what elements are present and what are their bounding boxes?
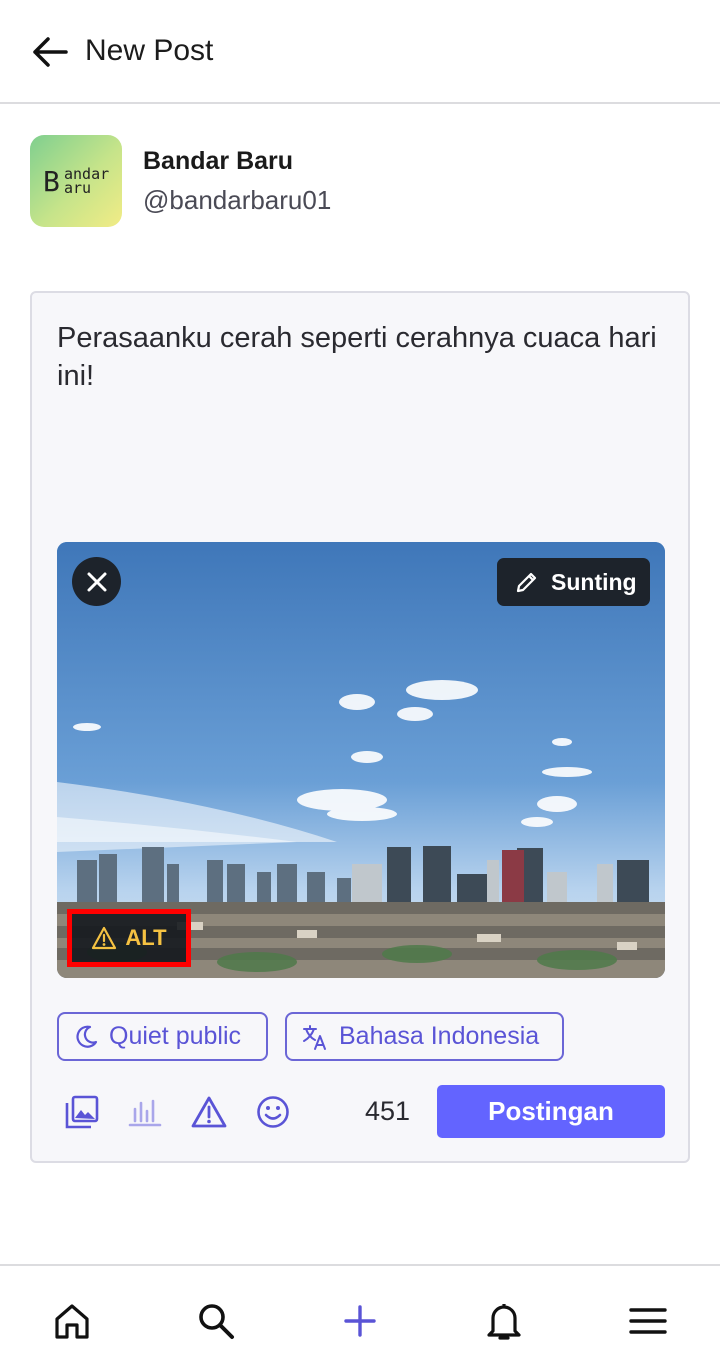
edit-label: Sunting [551, 568, 637, 595]
publish-button[interactable]: Postingan [437, 1085, 665, 1138]
content-warning-icon [191, 1096, 227, 1128]
nav-search[interactable] [194, 1299, 238, 1343]
compose-icon [344, 1305, 376, 1337]
alt-text-highlight: ALT [67, 909, 191, 967]
display-name: Bandar Baru [143, 147, 294, 175]
top-bar: New Post [0, 0, 720, 104]
warning-icon [92, 926, 117, 950]
back-button[interactable] [30, 32, 70, 72]
notifications-icon [487, 1304, 521, 1340]
arrow-left-icon [33, 37, 68, 67]
close-icon [87, 572, 106, 591]
translate-icon [303, 1024, 326, 1050]
search-icon [199, 1304, 234, 1339]
image-icon [65, 1095, 99, 1129]
page-title: New Post [85, 34, 214, 67]
account-info: B andar aru Bandar Baru @bandarbaru01 [30, 135, 690, 227]
add-poll-button[interactable] [125, 1092, 165, 1132]
account-handle: @bandarbaru01 [143, 185, 332, 215]
attached-image: Sunting ALT [57, 542, 665, 978]
emoji-icon [257, 1096, 289, 1128]
avatar: B andar aru [30, 135, 122, 227]
moon-icon [76, 1025, 98, 1048]
nav-notifications[interactable] [482, 1299, 526, 1343]
emoji-button[interactable] [253, 1092, 293, 1132]
add-media-button[interactable] [62, 1092, 102, 1132]
menu-icon [629, 1308, 667, 1334]
pencil-icon [516, 572, 537, 593]
alt-label: ALT [125, 925, 167, 950]
avatar-letter: B [43, 165, 60, 198]
compose-box: Perasaanku cerah seperti cerahnya cuaca … [30, 291, 690, 1163]
content-warning-button[interactable] [189, 1092, 229, 1132]
language-label: Bahasa Indonesia [339, 1022, 540, 1050]
alt-text-button[interactable]: ALT [72, 914, 186, 962]
character-counter: 451 [365, 1096, 411, 1126]
remove-image-button[interactable] [72, 557, 121, 606]
nav-home[interactable] [50, 1299, 94, 1343]
visibility-label: Quiet public [109, 1022, 242, 1050]
nav-compose[interactable] [338, 1299, 382, 1343]
post-text-input[interactable]: Perasaanku cerah seperti cerahnya cuaca … [57, 319, 667, 395]
nav-menu[interactable] [626, 1299, 670, 1343]
visibility-selector[interactable]: Quiet public [57, 1012, 268, 1061]
poll-icon [128, 1099, 162, 1127]
home-icon [55, 1304, 89, 1339]
edit-image-button[interactable]: Sunting [497, 558, 650, 606]
language-selector[interactable]: Bahasa Indonesia [285, 1012, 564, 1061]
avatar-text-2: aru [64, 179, 92, 197]
bottom-navigation [0, 1264, 720, 1372]
